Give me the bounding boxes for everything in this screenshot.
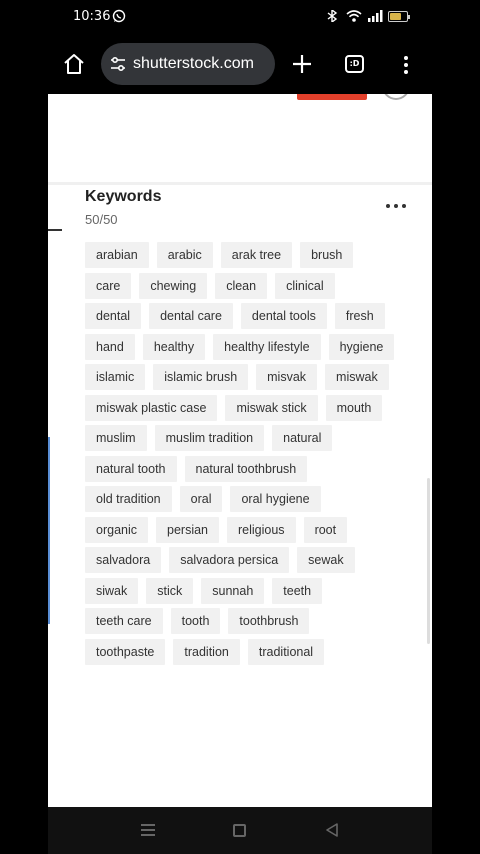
keyword-row: hand healthy healthy lifestyle hygiene [85, 332, 395, 363]
header-action-button[interactable] [297, 94, 367, 100]
keyword-tag[interactable]: persian [156, 516, 219, 543]
keyword-tag[interactable]: miswak [325, 364, 389, 391]
keyword-tag[interactable]: natural [272, 425, 333, 452]
keyword-tag[interactable]: brush [300, 242, 354, 269]
keyword-tag[interactable]: toothpaste [85, 638, 166, 665]
keyword-tag[interactable]: natural tooth [85, 455, 177, 482]
wifi-icon [346, 10, 362, 22]
keyword-row: siwak stick sunnah teeth [85, 576, 385, 607]
status-time: 10:36 [73, 9, 111, 24]
keyword-tag[interactable]: miswak plastic case [85, 394, 218, 421]
site-settings-icon[interactable] [109, 55, 127, 73]
keyword-tag[interactable]: healthy lifestyle [213, 333, 321, 360]
keyword-tag[interactable]: fresh [334, 303, 385, 330]
system-nav-bar [48, 807, 432, 854]
keyword-tag[interactable]: dental tools [240, 303, 327, 330]
keyword-tag[interactable]: dental [85, 303, 142, 330]
side-panel-tab-indicator [48, 229, 62, 231]
keyword-tag[interactable]: muslim tradition [154, 425, 265, 452]
avatar[interactable] [382, 94, 410, 100]
keyword-tag[interactable]: healthy [142, 333, 206, 360]
keyword-row: salvadora salvadora persica sewak [85, 545, 385, 576]
keyword-row: islamic islamic brush misvak miswak [85, 362, 389, 393]
browser-toolbar: shutterstock.com :D [48, 34, 432, 94]
keyword-tag[interactable]: sewak [297, 547, 355, 574]
keyword-tag[interactable]: salvadora persica [169, 547, 290, 574]
keyword-row: organic persian religious root [85, 515, 385, 546]
bluetooth-icon [327, 10, 338, 22]
keyword-tag[interactable]: chewing [139, 272, 208, 299]
scrollbar[interactable] [427, 478, 430, 644]
keyword-row: arabian arabic arak tree brush [85, 240, 385, 271]
keyword-tag[interactable]: old tradition [85, 486, 172, 513]
web-page: Keywords 50/50 arabian arabic arak tree bru… [48, 94, 432, 807]
keyword-row: care chewing clean clinical [85, 271, 385, 302]
keyword-row: muslim muslim tradition natural [85, 423, 385, 454]
keyword-tag[interactable]: sunnah [201, 577, 265, 604]
keyword-tag[interactable]: toothbrush [228, 608, 310, 635]
keyword-tag[interactable]: oral hygiene [230, 486, 321, 513]
keyword-tag[interactable]: islamic [85, 364, 146, 391]
keyword-tag[interactable]: organic [85, 516, 148, 543]
status-icons [325, 10, 410, 22]
keyword-tag[interactable]: tooth [170, 608, 221, 635]
keyword-row: natural tooth natural toothbrush [85, 454, 385, 485]
keyword-row: old tradition oral oral hygiene [85, 484, 385, 515]
keyword-tag[interactable]: muslim [85, 425, 147, 452]
keyword-tag[interactable]: care [85, 272, 132, 299]
keyword-tag[interactable]: clinical [275, 272, 335, 299]
more-menu-icon[interactable] [401, 54, 411, 74]
recents-icon[interactable] [141, 824, 155, 837]
keywords-title: Keywords [85, 188, 162, 205]
tab-switcher-button[interactable]: :D [345, 55, 364, 73]
keyword-tag[interactable]: arabic [156, 242, 213, 269]
keyword-tag[interactable]: dental care [149, 303, 233, 330]
address-bar[interactable]: shutterstock.com [101, 43, 275, 85]
keyword-row: dental dental care dental tools fresh [85, 301, 385, 332]
keyword-tag[interactable]: clean [215, 272, 268, 299]
back-icon[interactable] [325, 823, 339, 837]
url-text: shutterstock.com [133, 55, 254, 72]
keyword-tag[interactable]: arabian [85, 242, 149, 269]
nav-home-icon[interactable] [233, 824, 246, 837]
keyword-tag[interactable]: mouth [325, 394, 383, 421]
keyword-tag[interactable]: salvadora [85, 547, 162, 574]
keywords-more-options-button[interactable] [386, 202, 406, 210]
side-panel-edge [48, 437, 50, 624]
keyword-tag[interactable]: teeth care [85, 608, 163, 635]
keyword-tag[interactable]: hygiene [328, 333, 395, 360]
home-icon[interactable] [62, 52, 86, 76]
keyword-tag[interactable]: natural toothbrush [184, 455, 308, 482]
keyword-tag[interactable]: miswak stick [225, 394, 318, 421]
battery-icon [388, 10, 410, 22]
keywords-count: 50/50 [85, 212, 118, 227]
keyword-row: miswak plastic case miswak stick mouth [85, 393, 385, 424]
keyword-tag[interactable]: oral [179, 486, 223, 513]
keyword-row: toothpaste tradition traditional [85, 637, 385, 668]
keyword-tag[interactable]: hand [85, 333, 135, 360]
keyword-tag[interactable]: root [303, 516, 348, 543]
keyword-tag[interactable]: stick [146, 577, 194, 604]
keyword-tag[interactable]: islamic brush [153, 364, 249, 391]
keyword-tag[interactable]: arak tree [220, 242, 293, 269]
keyword-tag[interactable]: misvak [256, 364, 318, 391]
whatsapp-icon [112, 9, 126, 23]
keyword-tag[interactable]: religious [227, 516, 296, 543]
signal-icon [368, 10, 383, 22]
keyword-tag[interactable]: siwak [85, 577, 139, 604]
keyword-row: teeth care tooth toothbrush [85, 606, 385, 637]
keyword-tag[interactable]: teeth [272, 577, 323, 604]
keyword-tag[interactable]: traditional [247, 638, 325, 665]
status-bar: 10:36 [48, 0, 432, 34]
section-divider [48, 182, 432, 185]
new-tab-icon[interactable] [289, 51, 315, 77]
keyword-tag[interactable]: tradition [173, 638, 240, 665]
keywords-list: arabian arabic arak tree brush care chewing cl… [85, 240, 395, 668]
